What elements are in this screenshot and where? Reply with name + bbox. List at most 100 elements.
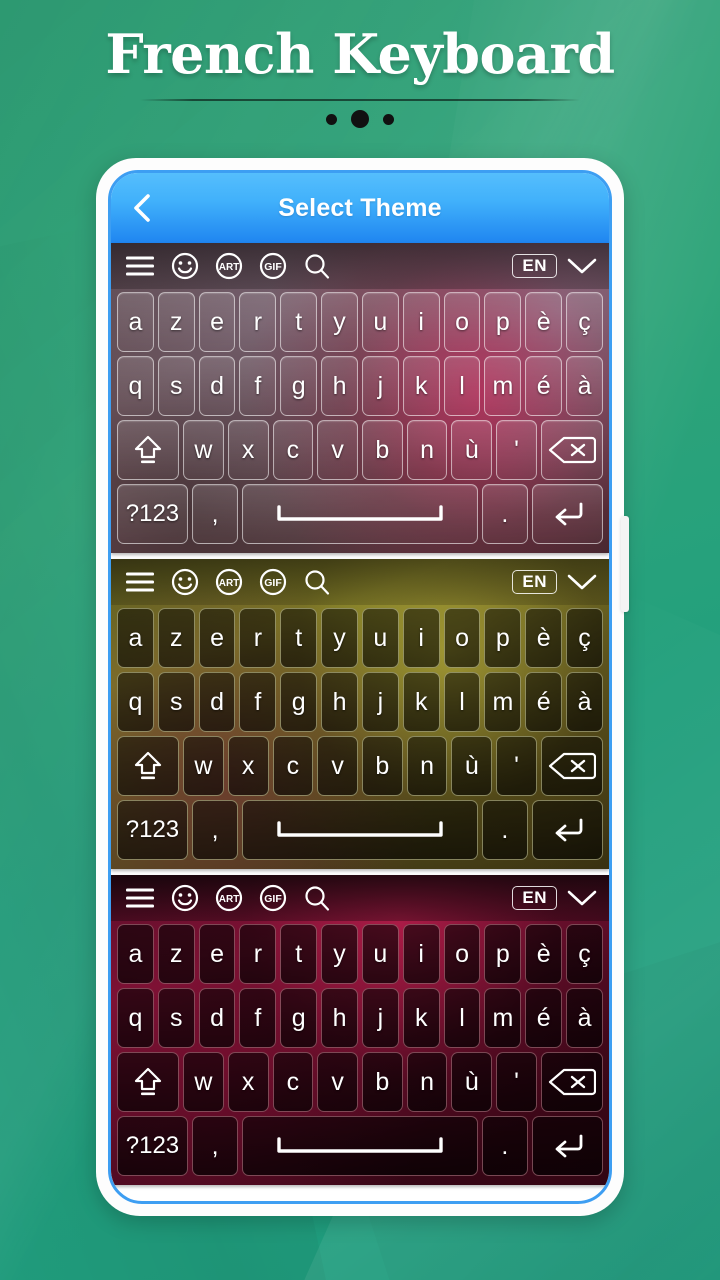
theme-preview-1[interactable]: ART GIF EN a z e r t y u i o p è ç q s d… <box>111 243 609 553</box>
key-l[interactable]: l <box>443 672 481 732</box>
numbers-key[interactable]: ?123 <box>117 484 188 544</box>
key-e-grave[interactable]: è <box>525 608 563 668</box>
key-u[interactable]: u <box>361 608 399 668</box>
key-x[interactable]: x <box>227 1052 269 1112</box>
key-y[interactable]: y <box>321 924 358 984</box>
comma-key[interactable]: , <box>191 484 239 544</box>
key-u-grave[interactable]: ù <box>451 736 493 796</box>
key-p[interactable]: p <box>484 292 522 352</box>
key-a[interactable]: a <box>117 608 154 668</box>
key-u-grave[interactable]: ù <box>451 420 493 480</box>
key-d[interactable]: d <box>198 672 236 732</box>
key-l[interactable]: l <box>443 356 481 416</box>
emoji-icon[interactable] <box>171 884 199 912</box>
search-icon[interactable] <box>303 252 331 280</box>
shift-key[interactable] <box>117 1052 180 1112</box>
language-badge[interactable]: EN <box>512 885 557 911</box>
key-e-grave[interactable]: è <box>525 924 563 984</box>
emoji-icon[interactable] <box>171 568 199 596</box>
shift-key[interactable] <box>117 736 180 796</box>
key-y[interactable]: y <box>321 292 358 352</box>
key-c-cedilla[interactable]: ç <box>566 608 603 668</box>
key-v[interactable]: v <box>317 420 358 480</box>
key-t[interactable]: t <box>280 608 318 668</box>
key-z[interactable]: z <box>157 608 195 668</box>
key-m[interactable]: m <box>484 672 522 732</box>
key-e-acute[interactable]: é <box>525 988 563 1048</box>
key-t[interactable]: t <box>280 292 318 352</box>
key-i[interactable]: i <box>402 608 440 668</box>
space-key[interactable] <box>242 484 478 544</box>
enter-key[interactable] <box>532 1116 603 1176</box>
key-s[interactable]: s <box>157 672 195 732</box>
key-n[interactable]: n <box>406 420 448 480</box>
key-b[interactable]: b <box>361 736 403 796</box>
key-q[interactable]: q <box>117 988 154 1048</box>
key-b[interactable]: b <box>361 420 403 480</box>
key-j[interactable]: j <box>361 988 399 1048</box>
key-i[interactable]: i <box>402 924 440 984</box>
key-y[interactable]: y <box>321 608 358 668</box>
key-g[interactable]: g <box>280 356 318 416</box>
key-z[interactable]: z <box>157 292 195 352</box>
language-badge[interactable]: EN <box>512 253 557 279</box>
chevron-down-icon[interactable] <box>565 255 599 277</box>
chevron-down-icon[interactable] <box>565 571 599 593</box>
key-m[interactable]: m <box>484 356 522 416</box>
key-f[interactable]: f <box>239 356 277 416</box>
search-icon[interactable] <box>303 568 331 596</box>
key-h[interactable]: h <box>321 988 358 1048</box>
gif-icon[interactable]: GIF <box>259 252 287 280</box>
key-a[interactable]: a <box>117 292 154 352</box>
key-e[interactable]: e <box>198 292 236 352</box>
period-key[interactable]: . <box>481 1116 529 1176</box>
key-k[interactable]: k <box>402 988 440 1048</box>
comma-key[interactable]: , <box>191 800 239 860</box>
key-e[interactable]: e <box>198 924 236 984</box>
key-e[interactable]: e <box>198 608 236 668</box>
key-e-acute[interactable]: é <box>525 356 563 416</box>
art-icon[interactable]: ART <box>215 252 243 280</box>
theme-preview-3[interactable]: ART GIF EN a z e r t y u i o p è ç q s d… <box>111 875 609 1185</box>
key-h[interactable]: h <box>321 356 358 416</box>
key-p[interactable]: p <box>484 608 522 668</box>
key-n[interactable]: n <box>406 736 448 796</box>
backspace-key[interactable] <box>540 420 603 480</box>
backspace-key[interactable] <box>540 1052 603 1112</box>
key-apostrophe[interactable]: ' <box>496 736 537 796</box>
key-f[interactable]: f <box>239 672 277 732</box>
key-w[interactable]: w <box>183 420 224 480</box>
key-c-cedilla[interactable]: ç <box>566 924 603 984</box>
numbers-key[interactable]: ?123 <box>117 800 188 860</box>
key-k[interactable]: k <box>402 672 440 732</box>
key-b[interactable]: b <box>361 1052 403 1112</box>
key-g[interactable]: g <box>280 672 318 732</box>
key-q[interactable]: q <box>117 356 154 416</box>
key-v[interactable]: v <box>317 1052 358 1112</box>
key-u-grave[interactable]: ù <box>451 1052 493 1112</box>
enter-key[interactable] <box>532 484 603 544</box>
language-badge[interactable]: EN <box>512 569 557 595</box>
key-apostrophe[interactable]: ' <box>496 420 537 480</box>
key-m[interactable]: m <box>484 988 522 1048</box>
key-a[interactable]: a <box>117 924 154 984</box>
key-a-grave[interactable]: à <box>566 356 603 416</box>
key-p[interactable]: p <box>484 924 522 984</box>
key-j[interactable]: j <box>361 356 399 416</box>
key-f[interactable]: f <box>239 988 277 1048</box>
key-s[interactable]: s <box>157 356 195 416</box>
key-u[interactable]: u <box>361 924 399 984</box>
key-d[interactable]: d <box>198 988 236 1048</box>
key-apostrophe[interactable]: ' <box>496 1052 537 1112</box>
key-o[interactable]: o <box>443 608 481 668</box>
space-key[interactable] <box>242 800 478 860</box>
key-e-acute[interactable]: é <box>525 672 563 732</box>
period-key[interactable]: . <box>481 800 529 860</box>
key-c[interactable]: c <box>272 736 314 796</box>
key-w[interactable]: w <box>183 1052 224 1112</box>
theme-preview-2[interactable]: ART GIF EN a z e r t y u i o p è ç q s d… <box>111 559 609 869</box>
key-i[interactable]: i <box>402 292 440 352</box>
key-u[interactable]: u <box>361 292 399 352</box>
art-icon[interactable]: ART <box>215 568 243 596</box>
key-v[interactable]: v <box>317 736 358 796</box>
